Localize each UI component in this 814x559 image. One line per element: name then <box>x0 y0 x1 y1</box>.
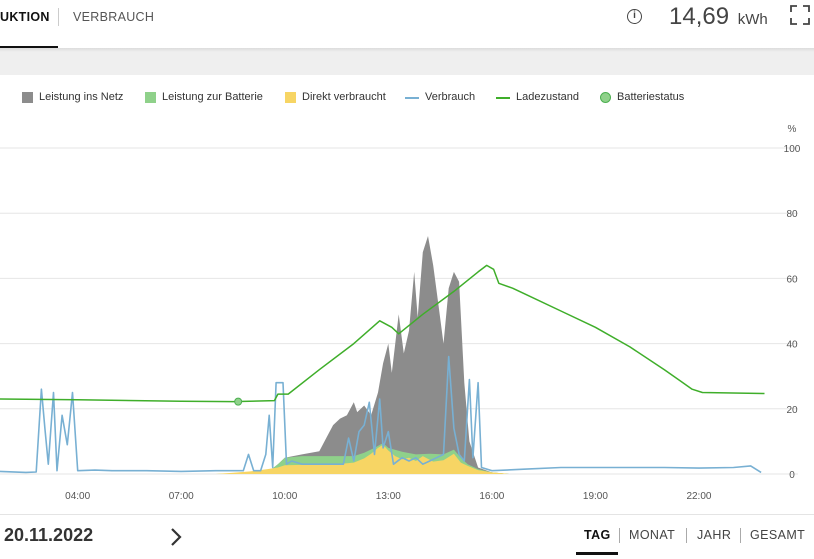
chevron-right-icon[interactable] <box>166 526 186 548</box>
energy-unit: kWh <box>737 11 768 28</box>
date-label: 20.11.2022 <box>4 525 94 545</box>
legend-label: Ladezustand <box>516 91 579 103</box>
period-tag[interactable]: TAG <box>584 528 611 542</box>
energy-chart: % 100 80 60 40 20 0 04:00 07:00 10:00 13:00 16:00 19… <box>0 124 801 502</box>
legend-label: Batteriestatus <box>617 91 685 103</box>
y-tick-label: 60 <box>786 274 798 285</box>
tab-produktion-label: UKTION <box>0 10 50 24</box>
y-tick-label: 0 <box>789 470 795 481</box>
y-tick-label: 80 <box>786 209 798 220</box>
period-divider <box>740 528 741 543</box>
x-tick-label: 07:00 <box>169 491 194 502</box>
tab-verbrauch-label: VERBRAUCH <box>73 10 155 24</box>
toolbar-strip <box>0 48 814 75</box>
tab-verbrauch[interactable]: VERBRAUCH <box>73 0 154 46</box>
legend-label: Leistung ins Netz <box>39 91 124 103</box>
legend-label: Leistung zur Batterie <box>162 91 263 103</box>
top-bar: UKTION VERBRAUCH i 14,69 kWh <box>0 0 814 49</box>
toolbar-shadow <box>0 48 814 52</box>
x-tick-label: 04:00 <box>65 491 90 502</box>
legend-marker <box>600 92 611 103</box>
legend-line <box>496 97 510 99</box>
legend-swatch <box>22 92 33 103</box>
legend-label: Direkt verbraucht <box>302 91 386 103</box>
legend-label: Verbrauch <box>425 91 476 103</box>
x-tick-label: 16:00 <box>479 491 504 502</box>
period-monat[interactable]: MONAT <box>629 528 675 542</box>
x-tick-label: 13:00 <box>376 491 401 502</box>
x-tick-label: 22:00 <box>686 491 711 502</box>
legend-line <box>405 97 419 99</box>
y-tick-label: 20 <box>786 405 798 416</box>
energy-total: 14,69 kWh <box>669 3 768 31</box>
tab-divider <box>58 8 59 26</box>
x-tick-label: 19:00 <box>583 491 608 502</box>
period-active-underline <box>576 552 618 555</box>
footer-divider <box>0 514 814 515</box>
tab-produktion[interactable]: UKTION <box>0 0 58 49</box>
period-divider <box>619 528 620 543</box>
period-gesamt[interactable]: GESAMT <box>750 528 805 542</box>
x-tick-label: 10:00 <box>272 491 297 502</box>
y-tick-label: 40 <box>786 340 798 351</box>
period-jahr[interactable]: JAHR <box>697 528 731 542</box>
series-leistung-ins-netz <box>267 236 510 474</box>
period-divider <box>686 528 687 543</box>
info-icon[interactable]: i <box>627 9 642 24</box>
energy-value: 14,69 <box>669 3 730 30</box>
batteriestatus-marker <box>234 397 243 406</box>
y-tick-label: 100 <box>784 144 801 155</box>
legend-swatch <box>145 92 156 103</box>
legend-swatch <box>285 92 296 103</box>
fullscreen-icon[interactable] <box>790 5 810 25</box>
y-axis-unit: % <box>788 124 797 135</box>
